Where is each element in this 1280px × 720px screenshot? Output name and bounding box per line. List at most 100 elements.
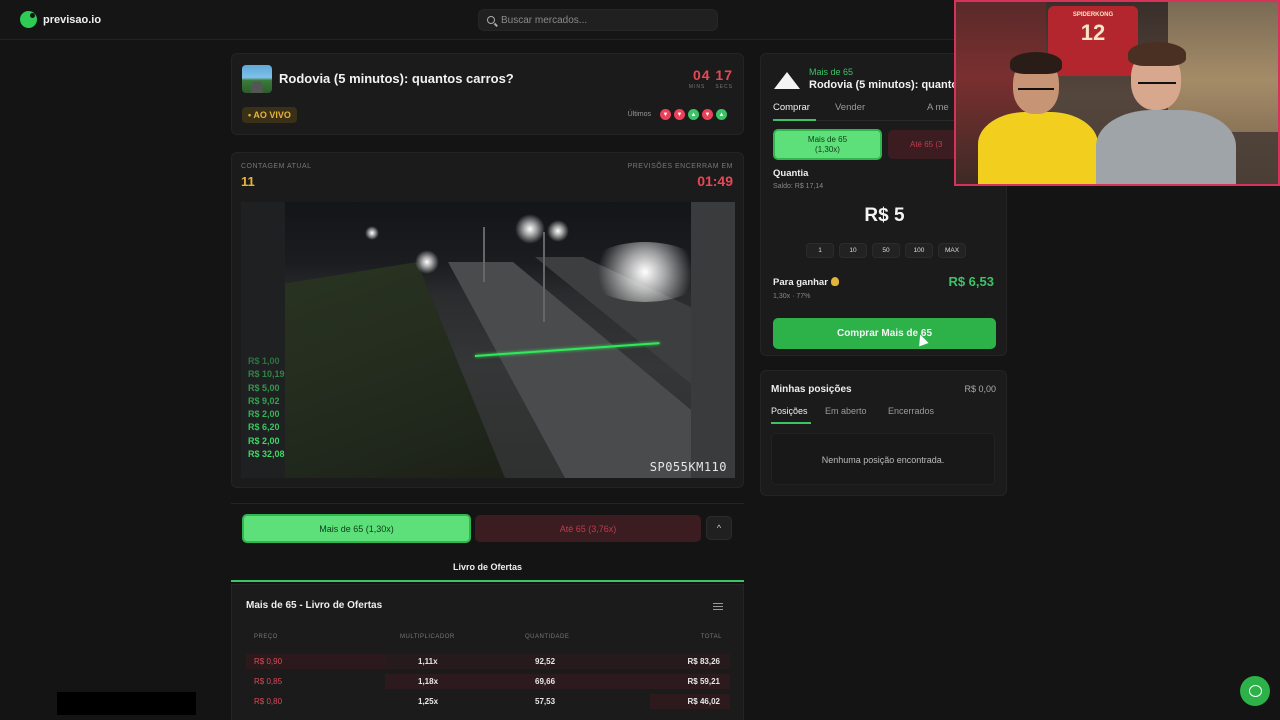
jersey-text: SPIDERKONG bbox=[1072, 12, 1114, 18]
positions-value: R$ 0,00 bbox=[964, 384, 996, 394]
preset-button[interactable]: 100 bbox=[905, 243, 933, 258]
search-box[interactable] bbox=[478, 9, 718, 31]
tab-more[interactable]: A me bbox=[927, 102, 949, 113]
money-bag-icon bbox=[830, 277, 839, 286]
bet-feed-item: R$ 9,02 bbox=[248, 395, 280, 406]
row-quantity: 69,66 bbox=[535, 677, 556, 686]
row-multiplier: 1,25x bbox=[418, 697, 439, 706]
camera-id: SP055KM110 bbox=[649, 460, 727, 474]
row-multiplier: 1,18x bbox=[418, 677, 439, 686]
active-tab-indicator bbox=[773, 119, 816, 121]
amount-input[interactable]: R$ 5 bbox=[761, 205, 1008, 227]
count-value: 11 bbox=[241, 174, 255, 189]
mountain-icon bbox=[774, 72, 800, 89]
pick-yes-multiplier: (1,30x) bbox=[815, 144, 840, 154]
option-yes-button[interactable]: Mais de 65 (1,30x) bbox=[242, 514, 471, 543]
preset-button[interactable]: 10 bbox=[839, 243, 867, 258]
table-row[interactable]: R$ 0,85 1,18x 69,66 R$ 59,21 bbox=[246, 674, 730, 689]
options-row: Mais de 65 (1,30x) Até 65 (3,76x) ^ bbox=[231, 503, 744, 551]
bet-feed-item: R$ 1,00 bbox=[248, 356, 280, 366]
pick-yes-button[interactable]: Mais de 65 (1,30x) bbox=[773, 129, 882, 160]
table-row[interactable]: R$ 0,80 1,25x 57,53 R$ 46,02 bbox=[246, 694, 730, 709]
market-header: Rodovia (5 minutos): quantos carros? 04 … bbox=[231, 53, 744, 135]
timer-units: MINS SECS bbox=[679, 84, 733, 90]
tab-order-book[interactable]: Livro de Ofertas bbox=[231, 558, 744, 582]
column-price: PREÇO bbox=[254, 634, 278, 640]
chat-button[interactable] bbox=[1240, 676, 1270, 706]
tab-sell[interactable]: Vender bbox=[835, 102, 865, 113]
result-up-icon: ▲ bbox=[716, 109, 727, 120]
webcam-person-right bbox=[1086, 42, 1236, 184]
win-label-text: Para ganhar bbox=[773, 277, 828, 288]
column-total: TOTAL bbox=[700, 634, 722, 640]
logo-icon bbox=[20, 11, 37, 28]
search-icon bbox=[487, 16, 495, 24]
logo-text: previsao.io bbox=[43, 13, 102, 26]
timer-digits: 04 17 bbox=[692, 67, 733, 83]
close-countdown: 01:49 bbox=[697, 173, 733, 189]
buy-button[interactable]: Comprar Mais de 65 bbox=[773, 318, 996, 349]
order-book: Mais de 65 - Livro de Ofertas PREÇO MULT… bbox=[231, 584, 744, 720]
bet-feed-item: R$ 6,20 bbox=[248, 422, 280, 433]
last-results: Últimos ▼ ▼ ▲ ▼ ▲ bbox=[628, 109, 727, 120]
glasses-icon bbox=[1138, 82, 1176, 84]
row-total: R$ 83,26 bbox=[687, 657, 720, 666]
chat-icon bbox=[1248, 685, 1262, 697]
positions-panel: Minhas posições R$ 0,00 Posições Em aber… bbox=[760, 370, 1007, 496]
camera-pole bbox=[543, 232, 545, 322]
amount-presets: 1 10 50 100 MAX bbox=[806, 243, 966, 258]
camera-feed[interactable]: R$ 1,00 R$ 10,19 R$ 5,00 R$ 9,02 R$ 2,00… bbox=[241, 202, 735, 478]
option-no-button[interactable]: Até 65 (3,76x) bbox=[475, 515, 701, 542]
video-letterbox-right bbox=[691, 202, 735, 478]
preset-max-button[interactable]: MAX bbox=[938, 243, 966, 258]
balance-text: Saldo: R$ 17,14 bbox=[773, 183, 824, 190]
active-tab-indicator bbox=[771, 422, 811, 424]
win-detail: 1,30x · 77% bbox=[773, 293, 811, 300]
result-down-icon: ▼ bbox=[674, 109, 685, 120]
tab-open[interactable]: Em aberto bbox=[825, 406, 867, 416]
bet-feed-item: R$ 32,08 bbox=[248, 449, 285, 460]
positions-tabs: Posições Em aberto Encerrados bbox=[771, 405, 998, 427]
market-timer: 04 17 MINS SECS bbox=[679, 67, 733, 90]
timer-unit-mins: MINS bbox=[688, 84, 706, 90]
camera-image bbox=[285, 202, 691, 478]
tab-buy[interactable]: Comprar bbox=[773, 102, 810, 113]
bet-feed-item: R$ 2,00 bbox=[248, 435, 280, 446]
row-quantity: 57,53 bbox=[535, 697, 556, 706]
win-label: Para ganhar bbox=[773, 277, 839, 288]
bet-feed-item: R$ 10,19 bbox=[248, 369, 285, 380]
webcam-person-left bbox=[968, 50, 1098, 184]
column-multiplier: MULTIPLICADOR bbox=[400, 634, 455, 640]
camera-light bbox=[415, 250, 439, 274]
filter-icon[interactable] bbox=[713, 603, 723, 611]
glasses-icon bbox=[1018, 88, 1054, 90]
row-price: R$ 0,90 bbox=[254, 657, 283, 666]
market-thumbnail bbox=[242, 65, 272, 93]
pick-yes-label: Mais de 65 bbox=[807, 134, 848, 144]
count-label: CONTAGEM ATUAL bbox=[241, 163, 312, 170]
table-row[interactable]: R$ 0,90 1,11x 92,52 R$ 83,26 bbox=[246, 654, 730, 669]
quantity-label: Quantia bbox=[773, 168, 809, 179]
row-total: R$ 46,02 bbox=[687, 697, 720, 706]
webcam-overlay: SPIDERKONG 12 bbox=[954, 0, 1280, 186]
preset-button[interactable]: 50 bbox=[872, 243, 900, 258]
trade-selected-option: Mais de 65 bbox=[809, 67, 854, 77]
order-book-title: Mais de 65 - Livro de Ofertas bbox=[246, 600, 383, 611]
result-up-icon: ▲ bbox=[688, 109, 699, 120]
last-results-label: Últimos bbox=[627, 111, 651, 118]
chevron-up-icon: ^ bbox=[716, 523, 722, 533]
collapse-button[interactable]: ^ bbox=[706, 516, 732, 540]
bet-feed-item: R$ 2,00 bbox=[248, 409, 280, 420]
camera-light bbox=[515, 214, 545, 244]
preset-button[interactable]: 1 bbox=[806, 243, 834, 258]
row-price: R$ 0,80 bbox=[254, 697, 283, 706]
tab-positions[interactable]: Posições bbox=[771, 406, 808, 416]
positions-title: Minhas posições bbox=[771, 384, 852, 395]
live-badge: • AO VIVO bbox=[242, 107, 297, 123]
row-total: R$ 59,21 bbox=[687, 677, 720, 686]
tab-closed[interactable]: Encerrados bbox=[888, 406, 934, 416]
logo[interactable]: previsao.io bbox=[20, 11, 101, 28]
column-quantity: QUANTIDADE bbox=[525, 634, 570, 640]
search-input[interactable] bbox=[501, 14, 701, 26]
bet-feed: R$ 1,00 R$ 10,19 R$ 5,00 R$ 9,02 R$ 2,00… bbox=[248, 355, 285, 461]
